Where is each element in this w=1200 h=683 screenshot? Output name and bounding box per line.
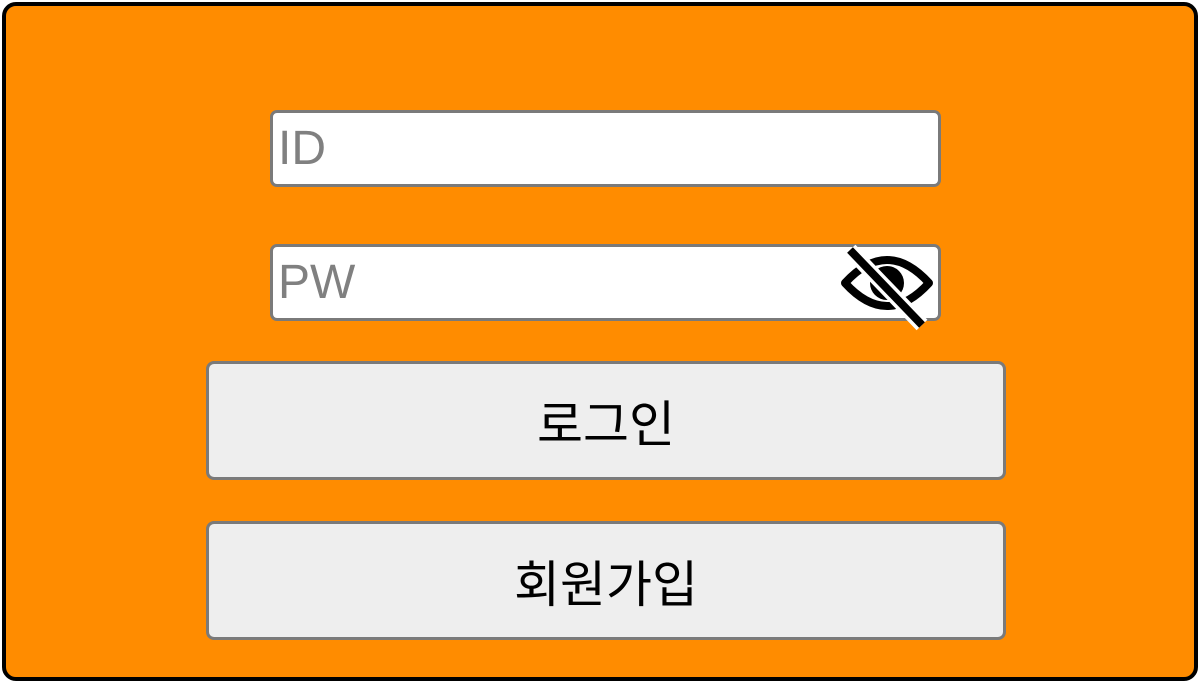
login-button[interactable]: 로그인	[206, 361, 1006, 480]
id-field-box	[270, 110, 941, 187]
login-panel: 로그인 회원가입	[2, 2, 1198, 681]
eye-off-icon[interactable]	[841, 244, 936, 331]
id-input[interactable]	[273, 113, 938, 184]
signup-button-label: 회원가입	[514, 555, 698, 614]
password-input[interactable]	[273, 247, 938, 318]
login-button-label: 로그인	[537, 395, 675, 454]
pw-field-box	[270, 244, 941, 331]
signup-button[interactable]: 회원가입	[206, 521, 1006, 640]
